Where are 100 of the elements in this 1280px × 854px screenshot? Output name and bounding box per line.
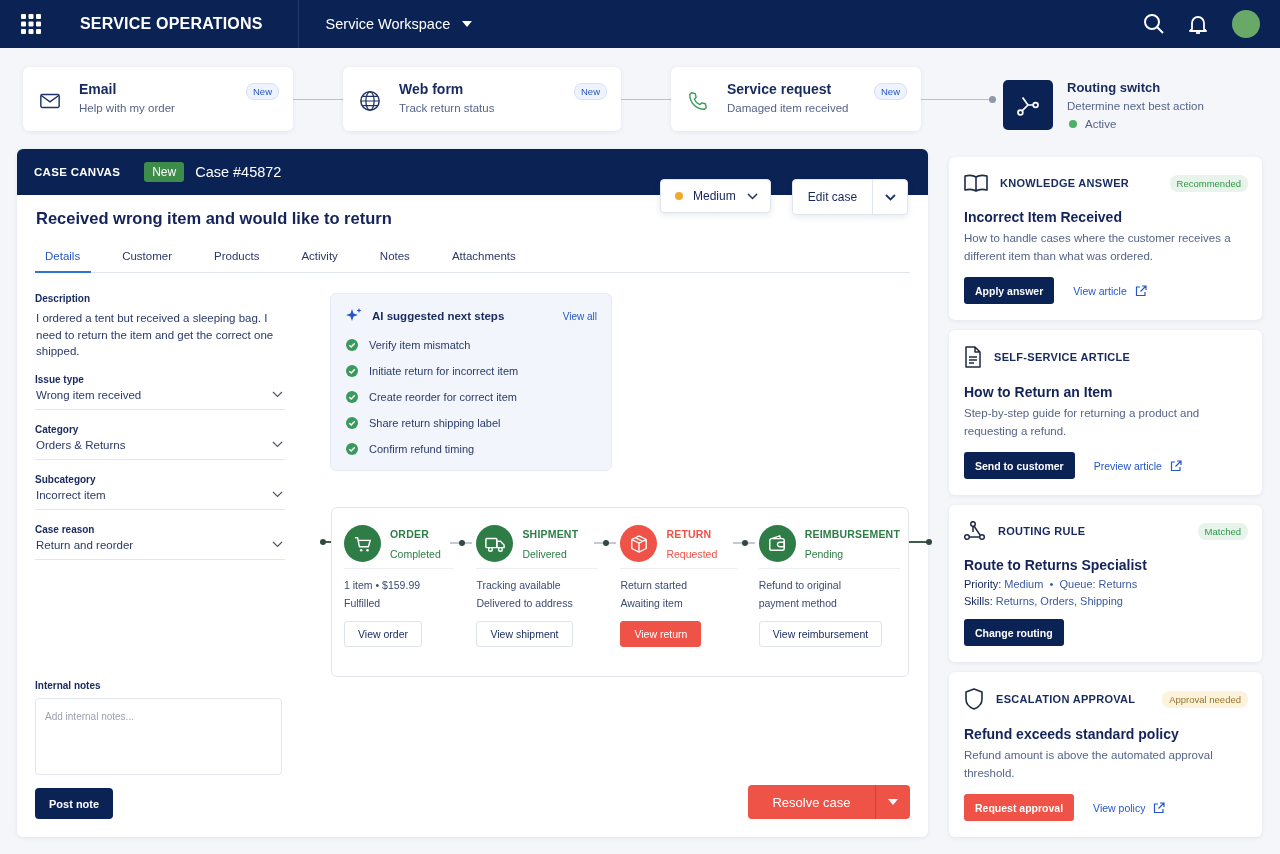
tab[interactable]: Attachments xyxy=(441,250,527,273)
channel-card[interactable]: Web form Track return status New xyxy=(343,67,621,131)
stage-detail: Awaiting item xyxy=(620,597,684,609)
chevron-down-icon xyxy=(884,193,896,201)
field-label: Internal notes xyxy=(35,680,102,691)
external-link[interactable]: Preview article xyxy=(1093,459,1162,472)
action-button[interactable]: Change routing xyxy=(964,619,1064,646)
channel-title: Service request xyxy=(727,81,833,97)
select-field[interactable]: Return and reorder xyxy=(35,534,285,560)
field-label: Subcategory xyxy=(35,473,97,485)
case-number: Case #45872 xyxy=(195,164,282,180)
stage-title: SHIPMENT xyxy=(522,527,579,540)
card-title: Route to Returns Specialist xyxy=(964,557,1148,573)
step-text: Verify item mismatch xyxy=(369,338,471,351)
field-label: Description xyxy=(35,293,91,304)
meta-value: Medium • Queue: Returns xyxy=(1004,578,1138,590)
stage-status: Requested xyxy=(666,547,718,560)
routing-switch-tile[interactable] xyxy=(1003,80,1053,130)
external-link-icon xyxy=(1169,459,1182,472)
new-badge: New xyxy=(874,83,907,100)
chevron-down-icon xyxy=(272,491,283,498)
tab[interactable]: Products xyxy=(204,250,271,273)
channel-card[interactable]: Service request Damaged item received New xyxy=(671,67,921,131)
field-label: Case reason xyxy=(35,523,96,535)
action-button[interactable]: Apply answer xyxy=(964,277,1055,304)
stage-title: REIMBURSEMENT xyxy=(804,527,900,540)
tab[interactable]: Activity xyxy=(291,250,349,273)
tab[interactable]: Customer xyxy=(112,250,183,273)
chevron-down-icon xyxy=(272,391,283,398)
stage-button[interactable]: View return xyxy=(620,621,702,647)
apps-grid-icon[interactable] xyxy=(21,14,41,34)
tab[interactable]: Notes xyxy=(369,250,421,273)
search-icon[interactable] xyxy=(1143,13,1165,35)
channel-title: Email xyxy=(79,81,118,97)
app-title: SERVICE OPERATIONS xyxy=(80,15,263,33)
stage-detail: payment method xyxy=(758,597,838,609)
stage-status: Completed xyxy=(390,547,441,560)
meta-label: Priority: xyxy=(964,578,1002,590)
book-icon xyxy=(964,173,988,193)
chevron-down-icon xyxy=(747,192,758,200)
status-badge: New xyxy=(144,162,185,182)
meta-label: Skills: xyxy=(964,595,993,607)
select-field[interactable]: Wrong item received xyxy=(35,384,285,410)
card-title: Refund exceeds standard policy xyxy=(964,726,1180,742)
status-text: Active xyxy=(1085,118,1117,130)
stage-title: RETURN xyxy=(666,527,713,540)
card-description: Refund amount is above the automated approval threshold. xyxy=(964,748,1214,781)
channel-subtitle: Damaged item received xyxy=(727,102,850,114)
workspace-dropdown[interactable]: Service Workspace xyxy=(325,12,473,36)
field-label: Category xyxy=(35,423,80,435)
post-note-button[interactable]: Post note xyxy=(35,788,114,819)
select-field[interactable]: Incorrect item xyxy=(35,484,285,510)
resolve-options-button[interactable] xyxy=(875,785,910,819)
card-description: Step-by-step guide for returning a product and requesting a refund. xyxy=(964,406,1201,439)
action-button[interactable]: Send to customer xyxy=(964,452,1075,479)
external-link[interactable]: View policy xyxy=(1093,801,1146,814)
stage-detail: Delivered to address xyxy=(476,597,574,609)
status-badge: Recommended xyxy=(1169,174,1248,192)
notes-input[interactable]: Add internal notes... xyxy=(35,698,282,775)
view-all-link[interactable]: View all xyxy=(562,310,597,322)
case-title: Received wrong item and would like to return xyxy=(36,209,393,228)
card-label: SELF-SERVICE ARTICLE xyxy=(994,351,1131,363)
priority-dropdown[interactable]: Medium xyxy=(660,179,771,213)
channel-subtitle: Track return status xyxy=(399,102,496,114)
document-icon xyxy=(964,346,982,368)
phone-icon xyxy=(687,90,709,112)
select-field[interactable]: Orders & Returns xyxy=(35,434,285,460)
new-badge: New xyxy=(246,83,279,100)
card-label: ESCALATION APPROVAL xyxy=(996,693,1136,705)
channel-card[interactable]: Email Help with my order New xyxy=(23,67,293,131)
notification-bell-icon[interactable] xyxy=(1187,13,1209,35)
connector-line xyxy=(293,99,343,100)
caret-icon xyxy=(888,799,898,805)
stage-button[interactable]: View order xyxy=(344,621,422,647)
action-button[interactable]: Request approval xyxy=(964,794,1075,821)
card-title: How to Return an Item xyxy=(964,384,1114,400)
field-label: Issue type xyxy=(35,373,85,385)
external-link-icon xyxy=(1153,801,1166,814)
status-badge: Approval needed xyxy=(1162,690,1248,708)
connector-line xyxy=(594,542,617,544)
stage-detail: Fulfilled xyxy=(344,597,382,609)
resolve-case-button[interactable]: Resolve case xyxy=(748,785,875,819)
tab[interactable]: Details xyxy=(35,250,92,273)
connector-line xyxy=(909,541,929,543)
shield-icon xyxy=(964,688,984,710)
description-text: I ordered a tent but received a sleeping bag. I need to return the item and get the correct one shipped. xyxy=(35,311,275,359)
caret-icon xyxy=(462,21,473,27)
connector-line xyxy=(621,99,671,100)
chevron-down-icon xyxy=(272,541,283,548)
user-avatar[interactable] xyxy=(1232,10,1260,38)
case-canvas-label: CASE CANVAS xyxy=(34,166,121,178)
card-title: Incorrect Item Received xyxy=(964,209,1123,225)
stage-status: Pending xyxy=(804,547,845,560)
stage-button[interactable]: View reimbursement xyxy=(758,621,883,647)
connector-line xyxy=(732,542,755,544)
stage-detail: Tracking available xyxy=(476,579,562,591)
stage-button[interactable]: View shipment xyxy=(476,621,573,647)
new-badge: New xyxy=(574,83,607,100)
external-link[interactable]: View article xyxy=(1073,284,1127,297)
chevron-down-icon xyxy=(272,441,283,448)
